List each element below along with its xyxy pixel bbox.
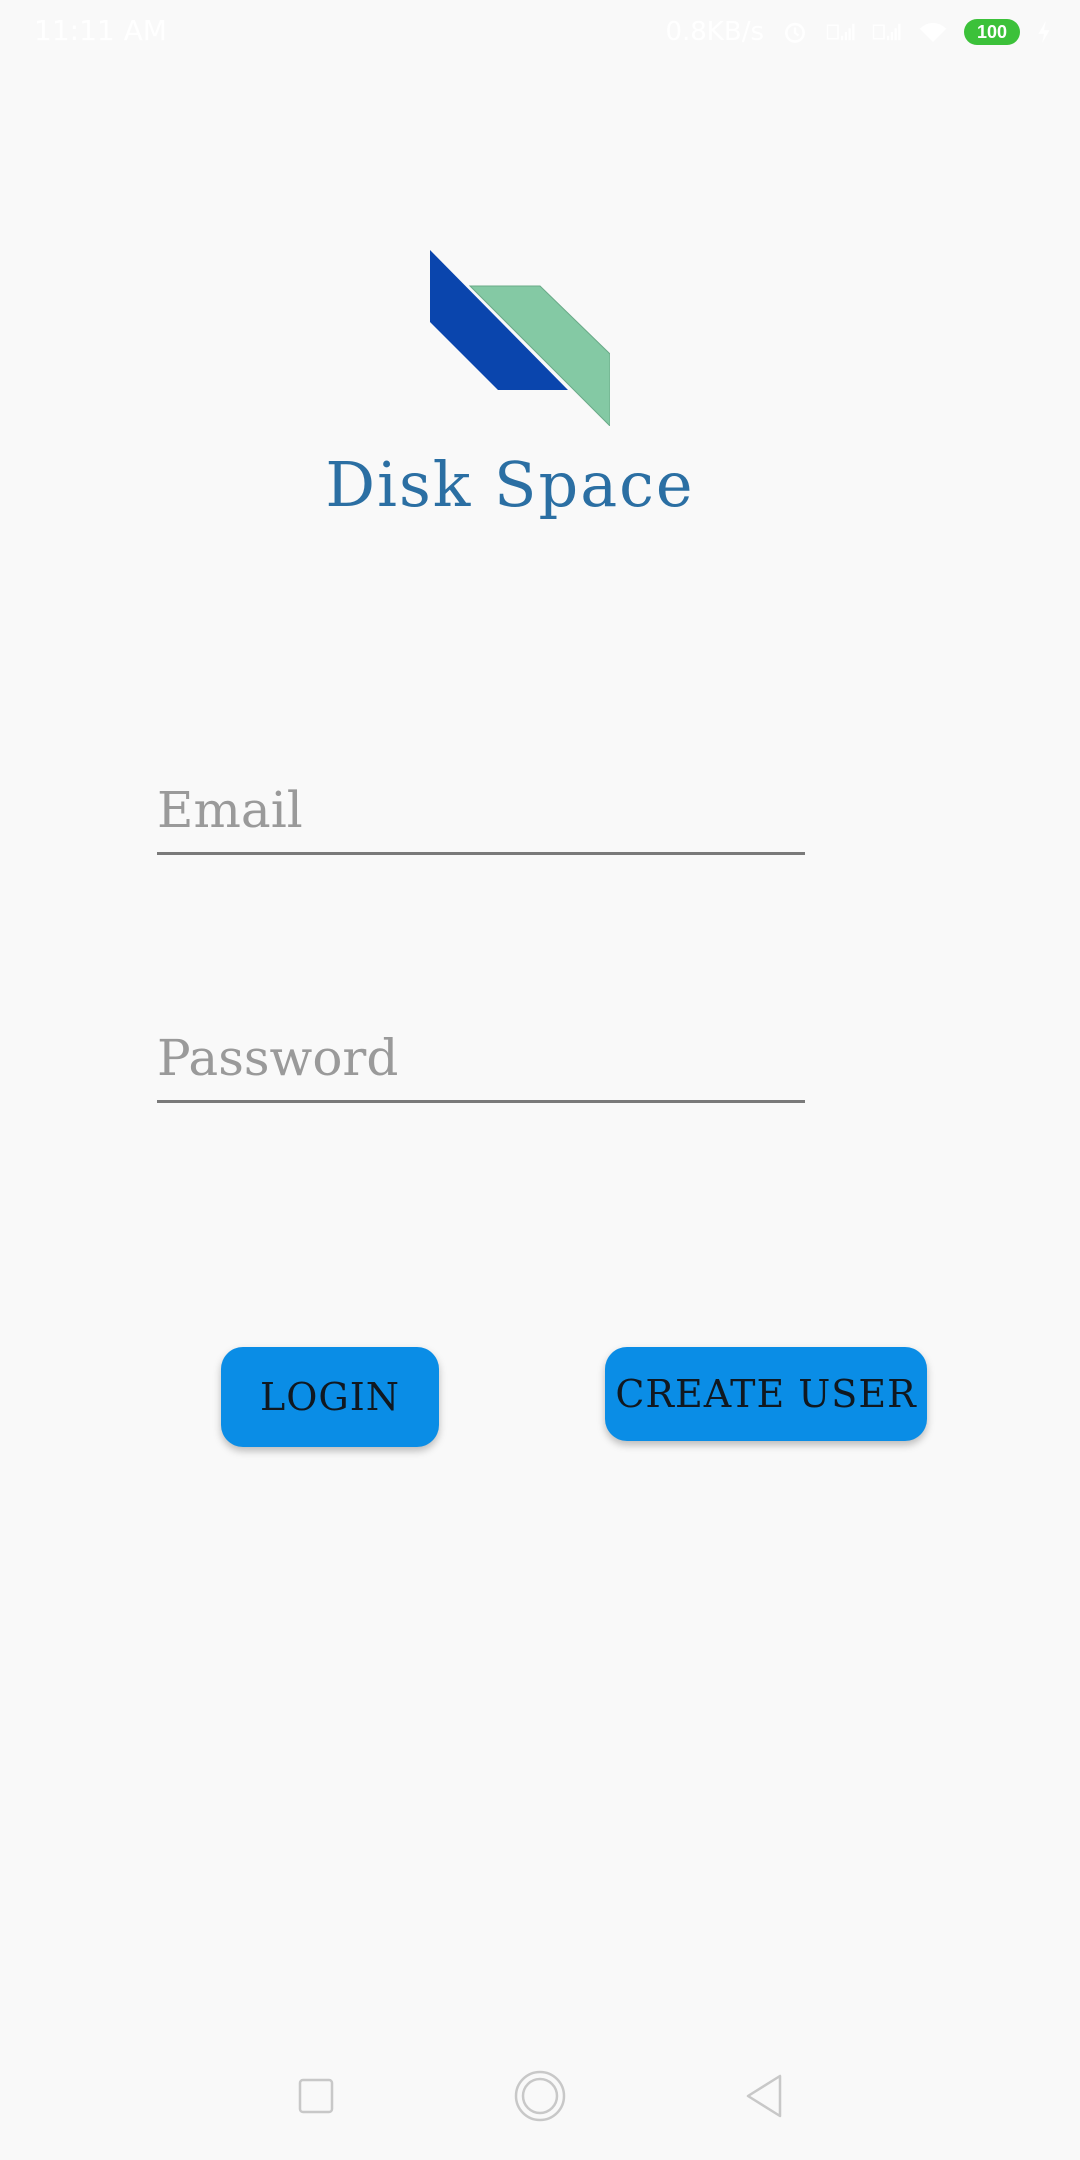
email-input[interactable]	[157, 778, 805, 842]
email-field[interactable]	[157, 772, 805, 855]
charging-icon	[1038, 20, 1050, 44]
recents-button[interactable]	[286, 2066, 346, 2126]
status-time: 11:11 AM	[34, 14, 167, 47]
app-logo-icon	[430, 250, 610, 426]
login-button[interactable]: LOGIN	[221, 1347, 439, 1447]
sim1-signal-icon	[826, 23, 855, 41]
status-icons: 0.8KB/s 100	[665, 12, 1052, 52]
back-icon	[746, 2074, 782, 2118]
status-bar: 11:11 AM 0.8KB/s 100	[0, 0, 1080, 66]
home-button[interactable]	[510, 2066, 570, 2126]
home-icon	[514, 2070, 566, 2122]
login-screen: 11:11 AM 0.8KB/s 100 Disk Space Email LO…	[0, 0, 1080, 2160]
login-button-label: LOGIN	[259, 1375, 400, 1419]
network-speed: 0.8KB/s	[665, 17, 764, 47]
battery-icon: 100	[964, 19, 1020, 45]
password-input[interactable]	[157, 1026, 805, 1090]
app-title: Disk Space	[325, 448, 695, 521]
system-nav-bar	[0, 2040, 1080, 2160]
password-field[interactable]	[157, 1020, 805, 1103]
back-button[interactable]	[734, 2066, 794, 2126]
create-user-button[interactable]: CREATE USER	[605, 1347, 927, 1441]
create-user-button-label: CREATE USER	[615, 1372, 917, 1416]
sim2-signal-icon	[872, 23, 901, 41]
recents-icon	[298, 2078, 334, 2114]
wifi-icon	[919, 22, 947, 42]
alarm-icon	[785, 22, 805, 43]
